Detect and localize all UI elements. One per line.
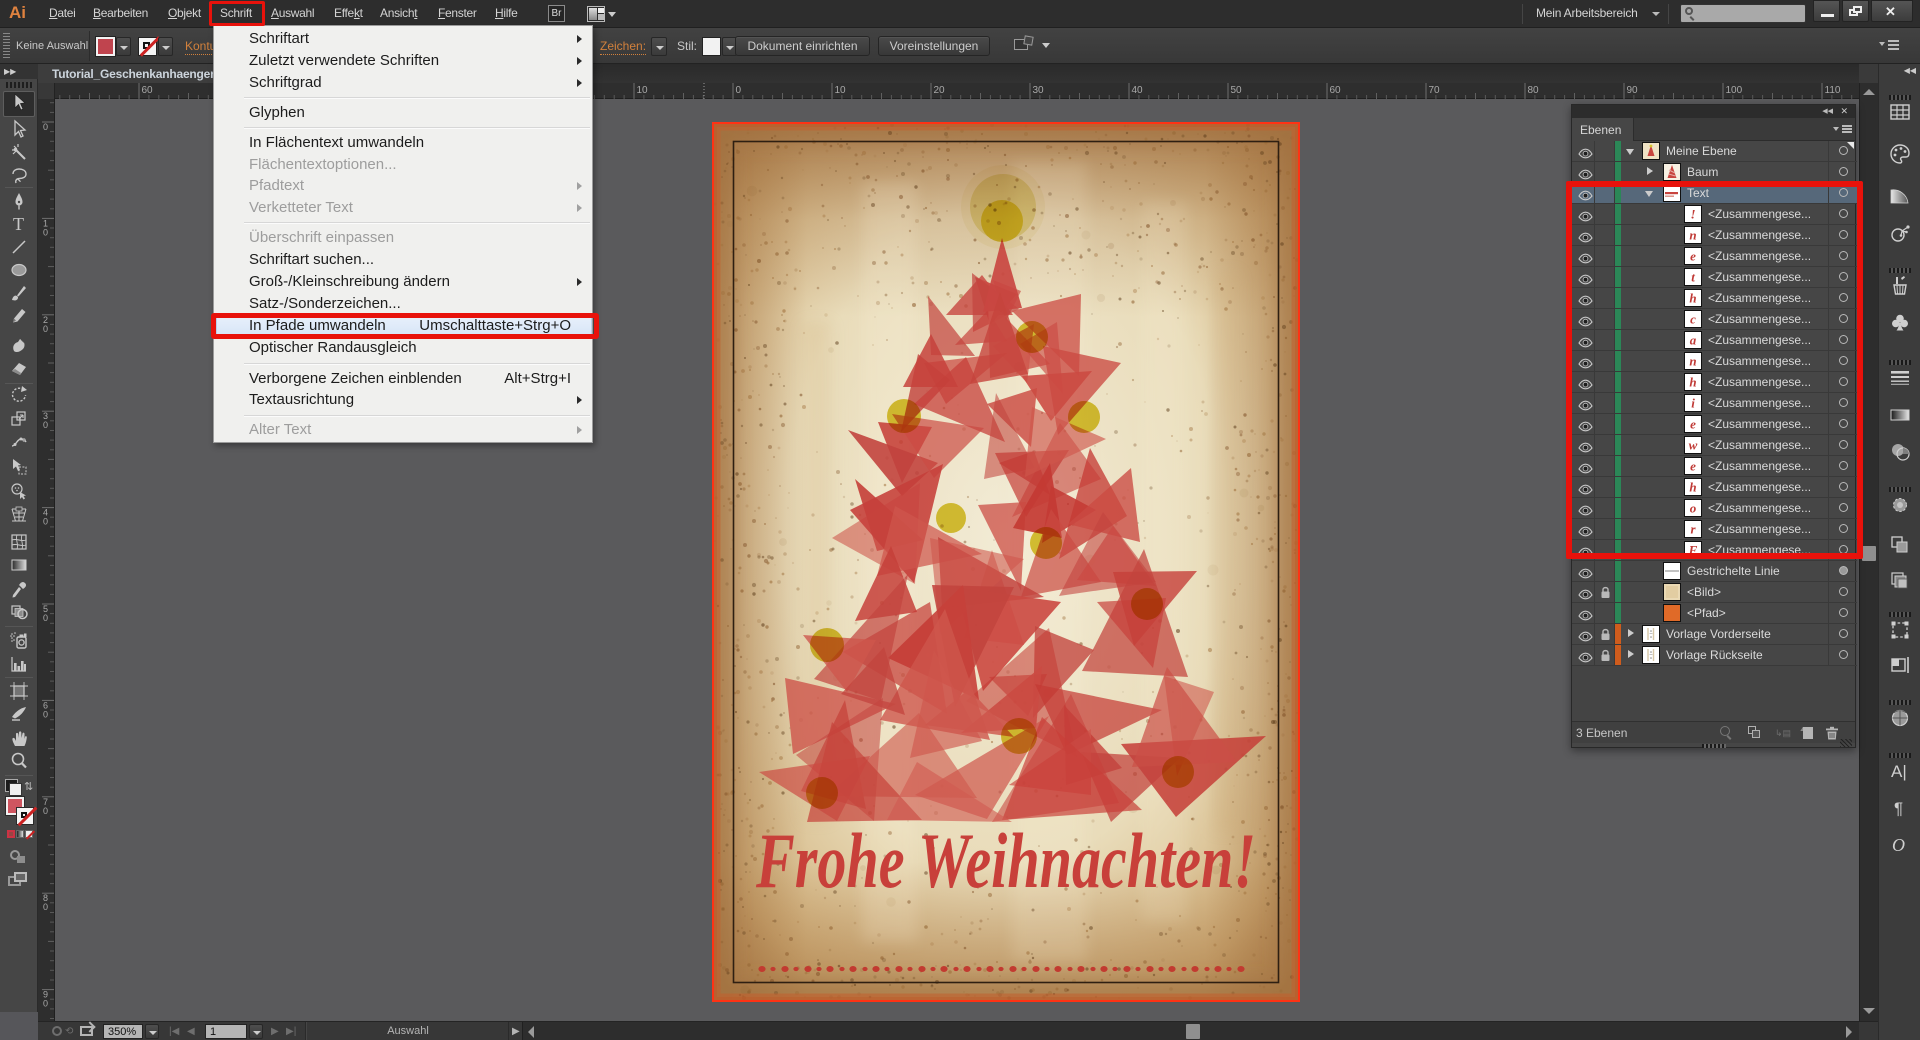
svg-text:0: 0 [43, 806, 48, 816]
svg-text:0: 0 [43, 999, 48, 1009]
svg-text:30: 30 [1033, 85, 1045, 96]
svg-text:20: 20 [934, 85, 946, 96]
svg-text:¶: ¶ [1894, 799, 1903, 818]
svg-text:A|: A| [1891, 762, 1907, 781]
svg-text:0: 0 [43, 227, 48, 237]
svg-text:110: 110 [1825, 85, 1841, 96]
svg-text:50: 50 [1231, 85, 1243, 96]
svg-text:0: 0 [43, 122, 48, 132]
svg-text:0: 0 [43, 324, 48, 334]
svg-text:90: 90 [1627, 85, 1639, 96]
svg-text:0: 0 [43, 517, 48, 527]
svg-text:O: O [1892, 835, 1905, 855]
svg-text:60: 60 [1330, 85, 1342, 96]
svg-text:0: 0 [43, 709, 48, 719]
svg-text:60: 60 [142, 85, 154, 96]
svg-text:T: T [13, 214, 24, 234]
svg-text:Frohe Weihnachten!: Frohe Weihnachten! [755, 817, 1256, 904]
svg-text:10: 10 [637, 85, 649, 96]
svg-text:0: 0 [43, 613, 48, 623]
svg-text:40: 40 [1132, 85, 1144, 96]
svg-text:0: 0 [43, 902, 48, 912]
svg-text:70: 70 [1429, 85, 1441, 96]
svg-text:0: 0 [736, 85, 742, 96]
svg-text:0: 0 [43, 420, 48, 430]
svg-text:80: 80 [1528, 85, 1540, 96]
svg-text:10: 10 [835, 85, 847, 96]
svg-text:100: 100 [1726, 85, 1743, 96]
